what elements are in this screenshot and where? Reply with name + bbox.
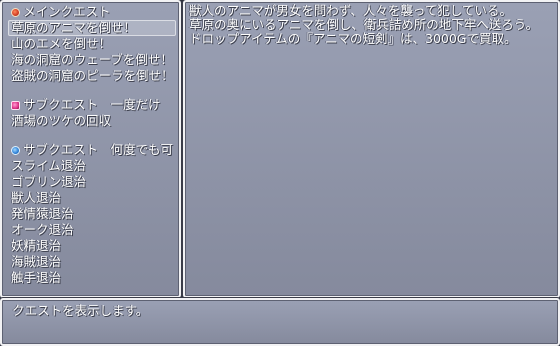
category-label: サブクエスト 一度だけ	[23, 97, 161, 112]
quest-item[interactable]: 触手退治	[8, 270, 176, 286]
category-label: メインクエスト	[23, 4, 111, 19]
category-sub-quest-repeat: サブクエスト 何度でも可	[8, 142, 176, 158]
quest-item[interactable]: 海の洞窟のウェーブを倒せ！	[8, 52, 176, 68]
category-label: サブクエスト 何度でも可	[23, 142, 174, 157]
quest-item[interactable]: 獣人退治	[8, 190, 176, 206]
main-quest-icon	[11, 7, 20, 17]
quest-item[interactable]: オーク退治	[8, 222, 176, 238]
category-main-quest: メインクエスト	[8, 4, 176, 20]
quest-description: 獣人のアニマが男女を問わず、人々を襲って犯している。 草原の奥にいるアニマを倒し…	[189, 4, 538, 46]
description-line: 草原の奥にいるアニマを倒し、衛兵詰め所の地下牢へ送ろう。	[189, 17, 539, 32]
quest-item[interactable]: ゴブリン退治	[8, 174, 176, 190]
quest-item[interactable]: スライム退治	[8, 158, 176, 174]
description-line: ドロップアイテムの『アニマの短剣』は、3000Gで買取。	[189, 31, 517, 46]
quest-item-selected[interactable]: 草原のアニマを倒せ！	[8, 20, 176, 36]
repeat-quest-icon	[11, 145, 20, 155]
quest-list: メインクエスト 草原のアニマを倒せ！ 山のエメを倒せ！ 海の洞窟のウェーブを倒せ…	[8, 4, 176, 286]
quest-item[interactable]: 山のエメを倒せ！	[8, 36, 176, 52]
quest-item[interactable]: 海賊退治	[8, 254, 176, 270]
quest-item[interactable]: 盗賊の洞窟のピーラを倒せ！	[8, 68, 176, 84]
quest-item[interactable]: 妖精退治	[8, 238, 176, 254]
once-quest-icon	[11, 100, 20, 110]
description-line: 獣人のアニマが男女を問わず、人々を襲って犯している。	[189, 3, 512, 18]
quest-detail-window: 獣人のアニマが男女を問わず、人々を襲って犯している。 草原の奥にいるアニマを倒し…	[183, 0, 560, 298]
help-text: クエストを表示します。	[12, 303, 149, 318]
category-sub-quest-once: サブクエスト 一度だけ	[8, 97, 176, 113]
quest-item[interactable]: 発情猿退治	[8, 206, 176, 222]
quest-item[interactable]: 酒場のツケの回収	[8, 113, 176, 129]
quest-list-window: メインクエスト 草原のアニマを倒せ！ 山のエメを倒せ！ 海の洞窟のウェーブを倒せ…	[0, 0, 181, 298]
help-window: クエストを表示します。	[0, 298, 560, 346]
